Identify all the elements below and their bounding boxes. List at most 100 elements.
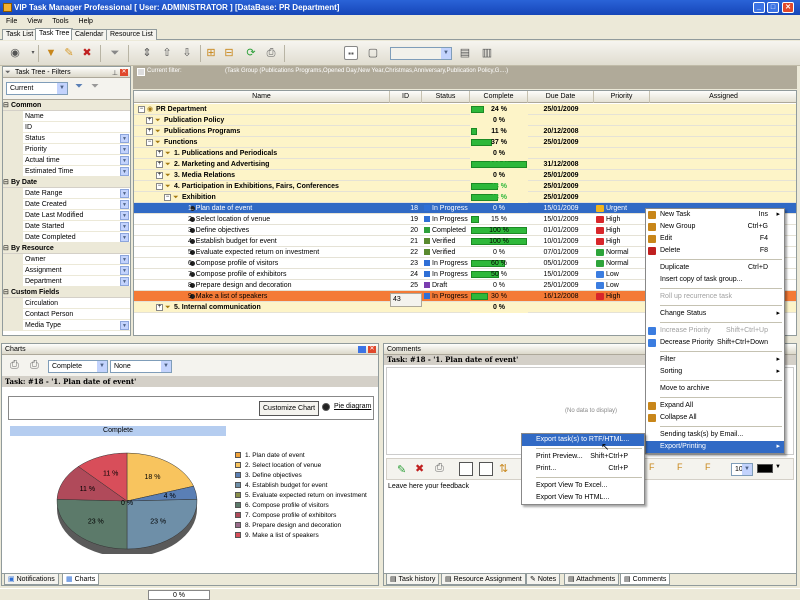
menu-item-edit[interactable]: Edit F4 xyxy=(646,233,784,245)
sort-icon[interactable]: ⇅ xyxy=(499,462,508,475)
menu-item-print-preview[interactable]: Print Preview... Shift+Ctrl+P xyxy=(522,451,644,463)
menu-item-move-to-archive[interactable]: Move to archive xyxy=(646,383,784,395)
filter-date-completed[interactable]: Date Completed ▼ xyxy=(3,232,130,243)
tab-resource-list[interactable]: Resource List xyxy=(106,29,157,40)
table-row[interactable]: + ⏷ Publication Policy 0 % xyxy=(134,115,796,126)
tab-calendar[interactable]: Calendar xyxy=(71,29,108,40)
tab-charts[interactable]: ▦ Charts xyxy=(62,574,100,585)
menu-file[interactable]: File xyxy=(6,18,17,25)
filter-department[interactable]: Department ▼ xyxy=(3,276,130,287)
expand-toggle-icon[interactable]: − xyxy=(164,194,171,201)
col-status[interactable]: Status xyxy=(422,91,470,103)
chevron-down-icon[interactable]: ▼ xyxy=(120,200,129,209)
col-assigned[interactable]: Assigned xyxy=(650,91,796,103)
delete-icon[interactable]: ✖ xyxy=(80,46,94,60)
menu-view[interactable]: View xyxy=(27,18,42,25)
chevron-down-icon[interactable]: ▼ xyxy=(120,145,129,154)
menu-item-export-view-to-excel[interactable]: Export View To Excel... xyxy=(522,480,644,492)
expand-toggle-icon[interactable]: − xyxy=(146,139,153,146)
menu-item-roll-up-recurrence-task[interactable]: Roll up recurrence task xyxy=(646,291,784,303)
filter-group-custom-fields[interactable]: Custom Fields xyxy=(3,287,130,298)
filter-date-started[interactable]: Date Started ▼ xyxy=(3,221,130,232)
menu-item-export-task-s-to-rtf-html[interactable]: Export task(s) to RTF/HTML... xyxy=(522,434,644,446)
close-icon[interactable]: ✕ xyxy=(368,346,376,353)
filter-date-created[interactable]: Date Created ▼ xyxy=(3,199,130,210)
print-icon[interactable]: ⎙ xyxy=(10,359,19,372)
expand-toggle-icon[interactable]: − xyxy=(156,183,163,190)
expand-toggle-icon[interactable]: − xyxy=(138,106,145,113)
filter-group-common[interactable]: Common xyxy=(3,100,130,111)
view-icon[interactable]: ▢ xyxy=(366,46,380,60)
chevron-down-icon[interactable]: ▼ xyxy=(120,167,129,176)
filter-date-last-modified[interactable]: Date Last Modified ▼ xyxy=(3,210,130,221)
font-style-icon[interactable]: F xyxy=(677,462,683,472)
chevron-down-icon[interactable]: ▼ xyxy=(120,189,129,198)
expand-toggle-icon[interactable]: + xyxy=(156,150,163,157)
options-icon[interactable]: ▤ xyxy=(458,46,472,60)
menu-item-sorting[interactable]: Sorting ▸ xyxy=(646,366,784,378)
move-up-down-icon[interactable]: ⇕ xyxy=(140,46,154,60)
menu-help[interactable]: Help xyxy=(79,18,93,25)
chevron-down-icon[interactable]: ▼ xyxy=(120,211,129,220)
pie-diagram-link[interactable]: Pie diagram xyxy=(334,403,371,410)
close-icon[interactable]: ✕ xyxy=(120,69,128,76)
menu-tools[interactable]: Tools xyxy=(52,18,68,25)
maximize-icon[interactable]: □ xyxy=(767,2,779,13)
chevron-down-icon[interactable]: ▼ xyxy=(120,266,129,275)
filter-priority[interactable]: Priority ▼ xyxy=(3,144,130,155)
layout-icon[interactable]: ▥ xyxy=(480,46,494,60)
expand-icon[interactable]: ⊞ xyxy=(204,46,218,60)
table-row[interactable]: − ⏷ 4. Participation in Exhibitions, Fair… xyxy=(134,181,796,192)
chevron-down-icon[interactable]: ▼ xyxy=(120,321,129,330)
filter-id[interactable]: ID xyxy=(3,122,130,133)
menu-item-filter[interactable]: Filter ▸ xyxy=(646,354,784,366)
menu-item-print[interactable]: Print... Ctrl+P xyxy=(522,463,644,475)
filter-icon[interactable]: ⏷ xyxy=(108,46,122,60)
tab-notifications[interactable]: ▣ Notifications xyxy=(4,574,59,585)
columns-icon[interactable]: ▪▪ xyxy=(344,46,358,60)
filter-group-by-resource[interactable]: By Resource xyxy=(3,243,130,254)
menu-item-collapse-all[interactable]: Collapse All xyxy=(646,412,784,424)
tab-notes[interactable]: ✎ Notes xyxy=(526,574,561,585)
split-view-icon[interactable] xyxy=(479,462,493,476)
chart-group-combo[interactable]: None ▼ xyxy=(110,360,172,373)
tab-task-list[interactable]: Task List xyxy=(2,29,38,40)
tab-task-tree[interactable]: Task Tree xyxy=(35,28,74,40)
view-pane-icon[interactable] xyxy=(459,462,473,476)
filter-date-range[interactable]: Date Range ▼ xyxy=(3,188,130,199)
refresh-icon[interactable]: ⟳ xyxy=(244,46,258,60)
move-up-icon[interactable]: ⇧ xyxy=(160,46,174,60)
font-color-icon[interactable]: F xyxy=(705,462,711,472)
menu-item-sending-task-s-by-email[interactable]: Sending task(s) by Email... xyxy=(646,429,784,441)
minimize-icon[interactable]: _ xyxy=(753,2,765,13)
delete-comment-icon[interactable]: ✖ xyxy=(415,462,424,475)
filter-actual-time[interactable]: Actual time ▼ xyxy=(3,155,130,166)
chevron-down-icon[interactable]: ▼ xyxy=(120,134,129,143)
expand-toggle-icon[interactable]: + xyxy=(146,128,153,135)
pin-icon[interactable] xyxy=(358,346,366,353)
collapse-icon[interactable]: ⊟ xyxy=(222,46,236,60)
pie-radio[interactable] xyxy=(322,403,330,411)
menu-item-duplicate[interactable]: Duplicate Ctrl+D xyxy=(646,262,784,274)
table-row[interactable]: + ⏷ 3. Media Relations 0 % 25/01/2009 xyxy=(134,170,796,181)
col-priority[interactable]: Priority xyxy=(594,91,650,103)
menu-item-change-status[interactable]: Change Status ▸ xyxy=(646,308,784,320)
menu-item-insert-copy-of-task-group[interactable]: Insert copy of task group... xyxy=(646,274,784,286)
printer-setup-icon[interactable]: ⎙ xyxy=(30,359,39,372)
menu-item-increase-priority[interactable]: Increase Priority Shift+Ctrl+Up xyxy=(646,325,784,337)
font-icon[interactable]: F xyxy=(649,462,655,472)
table-row[interactable]: − ◉ PR Department 24 % 25/01/2009 xyxy=(134,104,796,115)
chevron-down-icon[interactable]: ▼ xyxy=(120,156,129,165)
filter-contact-person[interactable]: Contact Person xyxy=(3,309,130,320)
table-row[interactable]: + ⏷ 2. Marketing and Advertising 100 % 31… xyxy=(134,159,796,170)
chevron-down-icon[interactable]: ▼ xyxy=(120,222,129,231)
close-icon[interactable]: ✕ xyxy=(782,2,794,13)
menu-item-new-group[interactable]: New Group Ctrl+G xyxy=(646,221,784,233)
expand-toggle-icon[interactable]: + xyxy=(156,172,163,179)
filter-owner[interactable]: Owner ▼ xyxy=(3,254,130,265)
post-comment-icon[interactable]: ✎ xyxy=(397,463,406,476)
filter-estimated-time[interactable]: Estimated Time ▼ xyxy=(3,166,130,177)
filter-name[interactable]: Name xyxy=(3,111,130,122)
print-icon[interactable]: ⎙ xyxy=(435,462,444,475)
filter-clear-icon[interactable]: ⏷ xyxy=(91,81,99,92)
